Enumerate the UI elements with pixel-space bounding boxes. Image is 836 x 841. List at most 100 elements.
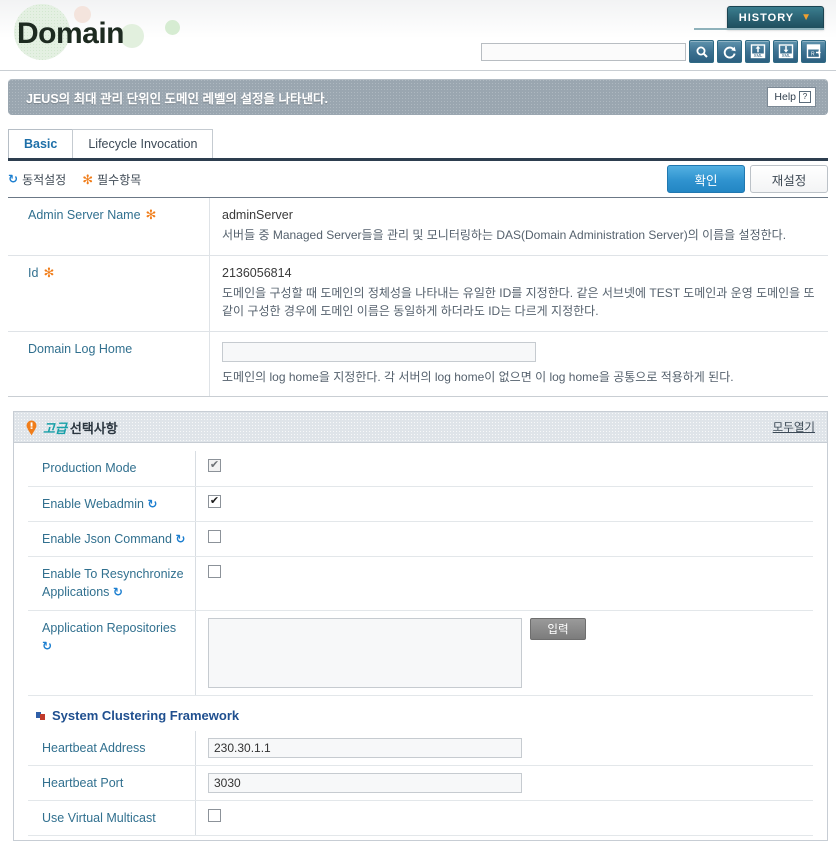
advanced-row-enable-json-command: Enable Json Command ↻ [28, 521, 813, 558]
header-toolbar: XML XML R [481, 40, 826, 63]
field-body-id: 2136056814 도메인을 구성할 때 도메인의 정체성을 나타내는 유일한… [210, 256, 828, 331]
label-text: Production Mode [42, 461, 137, 476]
reset-button[interactable]: 재설정 [750, 165, 828, 193]
domain-log-home-input[interactable] [222, 341, 536, 362]
sync-icon: ↻ [8, 172, 19, 186]
legend-required: ✻ 필수항목 [82, 171, 141, 188]
svg-text:XML: XML [781, 53, 790, 58]
advanced-label-heartbeat-port: Heartbeat Port [28, 765, 196, 801]
chevron-down-icon: ▼ [801, 11, 812, 23]
production-mode-checkbox[interactable] [208, 459, 221, 473]
form-actions: 확인 재설정 [667, 165, 828, 193]
advanced-body-enable-webadmin [196, 487, 813, 515]
tab-lifecycle-invocation[interactable]: Lifecycle Invocation [72, 129, 214, 158]
page-header: Domain HISTORY ▼ XML XML R [0, 0, 836, 71]
xml-upload-icon[interactable]: XML [745, 40, 770, 63]
advanced-row-heartbeat-address: Heartbeat Address [28, 730, 813, 766]
sync-icon: ↻ [175, 531, 186, 546]
field-row-id: Id ✻ 2136056814 도메인을 구성할 때 도메인의 정체성을 나타내… [8, 255, 828, 332]
heartbeat-address-input[interactable] [208, 737, 522, 758]
advanced-row-heartbeat-port: Heartbeat Port [28, 765, 813, 802]
enable-to-resynchronize-applications-checkbox[interactable] [208, 565, 221, 579]
use-virtual-multicast-checkbox[interactable] [208, 809, 221, 823]
label-text: Enable Webadmin [42, 496, 144, 511]
sync-icon: ↻ [112, 585, 123, 600]
field-row-domain-log-home: Domain Log Home 도메인의 log home을 지정한다. 각 서… [8, 331, 828, 397]
label-text: Id [28, 265, 39, 280]
save-export-icon[interactable]: R [801, 40, 826, 63]
advanced-label-heartbeat-address: Heartbeat Address [28, 730, 196, 765]
required-asterisk-icon: ✻ [43, 264, 55, 280]
page-title: Domain [17, 17, 125, 50]
advanced-body-enable-to-resynchronize-applications [196, 557, 813, 585]
decorative-circle-small [165, 20, 180, 35]
help-button-label: Help [774, 91, 796, 103]
xml-download-icon[interactable]: XML [773, 40, 798, 63]
section-marker-icon [36, 710, 46, 721]
advanced-body-application-repositories: 입력 [196, 611, 813, 695]
history-button-label: HISTORY [738, 11, 795, 24]
advanced-row-production-mode: Production Mode [28, 451, 813, 487]
svg-text:XML: XML [753, 53, 762, 58]
advanced-row-enable-webadmin: Enable Webadmin ↻ [28, 486, 813, 522]
field-body-admin-server-name: adminServer 서버들 중 Managed Server들을 관리 및 … [210, 198, 828, 255]
advanced-body-use-virtual-multicast [196, 801, 813, 829]
search-input[interactable] [481, 42, 686, 61]
advanced-body-heartbeat-address [196, 731, 813, 765]
advanced-label-production-mode: Production Mode [28, 451, 196, 486]
advanced-label-enable-to-resynchronize-applications: Enable To Resynchronize Applications ↻ [28, 557, 196, 610]
enable-webadmin-checkbox[interactable] [208, 494, 221, 508]
confirm-button[interactable]: 확인 [667, 165, 745, 193]
advanced-body-heartbeat-port [196, 766, 813, 800]
application-repositories-textarea[interactable] [208, 617, 522, 688]
sync-icon: ↻ [42, 638, 53, 653]
field-body-domain-log-home: 도메인의 log home을 지정한다. 각 서버의 log home이 없으면… [210, 332, 828, 397]
field-value-admin-server-name: adminServer [222, 208, 293, 222]
advanced-label-use-virtual-multicast: Use Virtual Multicast [28, 801, 196, 836]
basic-settings-table: Admin Server Name ✻ adminServer 서버들 중 Ma… [8, 197, 828, 398]
asterisk-icon: ✻ [82, 171, 94, 187]
lightbulb-icon [25, 420, 38, 436]
sync-icon: ↻ [147, 496, 158, 511]
system-clustering-framework-title: System Clustering Framework [52, 707, 240, 723]
field-description-id: 도메인을 구성할 때 도메인의 정체성을 나타내는 유일한 ID를 지정한다. … [222, 285, 815, 319]
advanced-title-rest: 선택사항 [69, 420, 118, 436]
label-text: Heartbeat Address [42, 740, 146, 755]
history-button[interactable]: HISTORY ▼ [726, 6, 824, 29]
advanced-row-enable-to-resynchronize-applications: Enable To Resynchronize Applications ↻ [28, 557, 813, 611]
info-bar-description: JEUS의 최대 관리 단위인 도메인 레벨의 설정을 나타낸다. [26, 91, 328, 106]
advanced-body-enable-json-command [196, 522, 813, 550]
label-text: Use Virtual Multicast [42, 811, 156, 826]
advanced-title-accent: 고급 [43, 420, 67, 436]
system-clustering-framework-heading: System Clustering Framework [28, 696, 813, 731]
legend-dynamic: ↻ 동적설정 [8, 171, 66, 188]
advanced-body-production-mode [196, 451, 813, 479]
question-mark-icon: ? [799, 91, 811, 103]
advanced-label-enable-webadmin: Enable Webadmin ↻ [28, 486, 196, 521]
field-description-domain-log-home: 도메인의 log home을 지정한다. 각 서버의 log home이 없으면… [222, 369, 734, 384]
info-bar: JEUS의 최대 관리 단위인 도메인 레벨의 설정을 나타낸다. Help ? [8, 79, 828, 115]
legend-dynamic-label: 동적설정 [22, 172, 67, 187]
application-repositories-add-button[interactable]: 입력 [530, 617, 586, 640]
refresh-icon[interactable] [717, 40, 742, 63]
field-value-id: 2136056814 [222, 265, 292, 280]
field-label-admin-server-name: Admin Server Name ✻ [8, 198, 210, 255]
advanced-options-body: Production Mode Enable Webadmin ↻ Enable… [14, 443, 827, 841]
field-label-domain-log-home: Domain Log Home [8, 331, 210, 397]
advanced-label-application-repositories: Application Repositories ↻ [28, 610, 196, 695]
history-underline [694, 28, 824, 30]
enable-json-command-checkbox[interactable] [208, 529, 221, 543]
help-button[interactable]: Help ? [767, 87, 816, 107]
field-row-admin-server-name: Admin Server Name ✻ adminServer 서버들 중 Ma… [8, 198, 828, 256]
expand-all-link[interactable]: 모두열기 [773, 419, 815, 435]
label-text: Enable Json Command [42, 531, 172, 546]
field-label-id: Id ✻ [8, 255, 210, 331]
label-text: Domain Log Home [28, 341, 133, 356]
label-text: Admin Server Name [28, 208, 141, 222]
heartbeat-port-input[interactable] [208, 772, 522, 793]
advanced-row-application-repositories: Application Repositories ↻ 입력 [28, 610, 813, 696]
tab-basic[interactable]: Basic [8, 129, 74, 158]
label-text: Application Repositories [42, 620, 177, 635]
advanced-options-panel: 고급 선택사항 모두열기 Production Mode Enable Weba… [13, 411, 828, 841]
search-icon[interactable] [689, 40, 714, 63]
